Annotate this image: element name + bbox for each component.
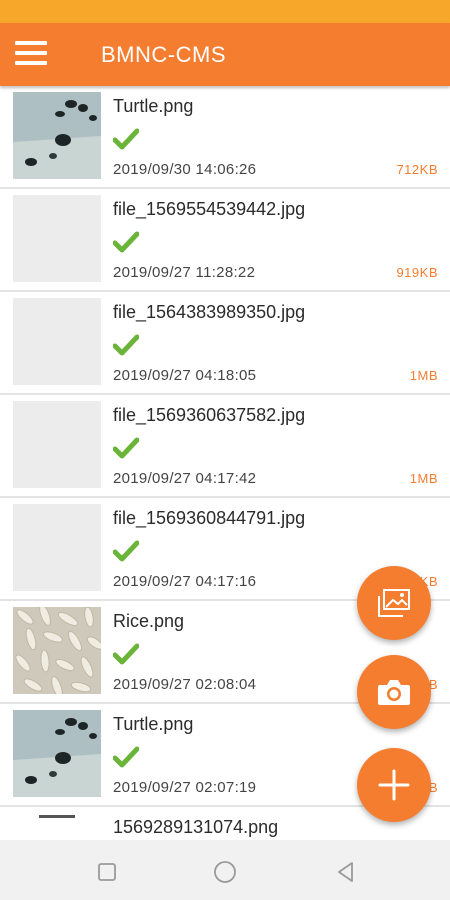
file-thumbnail bbox=[13, 401, 101, 488]
plus-icon bbox=[378, 769, 410, 801]
file-size: 712KB bbox=[396, 162, 438, 177]
file-name: file_1569360844791.jpg bbox=[113, 508, 306, 528]
gallery-icon bbox=[378, 589, 410, 617]
home-icon[interactable] bbox=[213, 860, 237, 884]
file-date: 2019/09/27 02:08:04 bbox=[113, 676, 257, 693]
file-thumbnail bbox=[13, 92, 101, 179]
check-icon bbox=[113, 746, 139, 768]
file-list-item[interactable]: file_1569360637582.jpg 2019/09/27 04:17:… bbox=[0, 395, 450, 498]
file-size: 1MB bbox=[409, 471, 438, 486]
app-title: BMNC-CMS bbox=[101, 42, 226, 67]
file-name: 1569289131074.png bbox=[113, 817, 279, 837]
file-date: 2019/09/30 14:06:26 bbox=[113, 161, 257, 178]
file-list-item[interactable]: file_1569554539442.jpg 2019/09/27 11:28:… bbox=[0, 189, 450, 292]
file-thumbnail bbox=[13, 813, 101, 840]
file-name: file_1564383989350.jpg bbox=[113, 302, 306, 322]
file-name: file_1569554539442.jpg bbox=[113, 199, 306, 219]
file-size: 1MB bbox=[409, 368, 438, 383]
file-name: Rice.png bbox=[113, 611, 185, 631]
file-list-item[interactable]: file_1564383989350.jpg 2019/09/27 04:18:… bbox=[0, 292, 450, 395]
file-size: 919KB bbox=[396, 265, 438, 280]
system-nav-bar bbox=[0, 840, 450, 900]
check-icon bbox=[113, 128, 139, 150]
camera-button[interactable] bbox=[357, 655, 431, 729]
recent-apps-icon[interactable] bbox=[95, 860, 119, 884]
check-icon bbox=[113, 643, 139, 665]
status-bar bbox=[0, 0, 450, 23]
menu-icon[interactable] bbox=[15, 39, 49, 69]
file-list-item[interactable]: Turtle.png 2019/09/30 14:06:26 712KB bbox=[0, 86, 450, 189]
file-date: 2019/09/27 04:17:16 bbox=[113, 573, 257, 590]
check-icon bbox=[113, 334, 139, 356]
camera-icon bbox=[378, 680, 410, 705]
file-name: file_1569360637582.jpg bbox=[113, 405, 306, 425]
check-icon bbox=[113, 437, 139, 459]
file-thumbnail bbox=[13, 607, 101, 694]
app-bar: BMNC-CMS bbox=[0, 23, 450, 86]
file-date: 2019/09/27 11:28:22 bbox=[113, 264, 256, 281]
file-name: Turtle.png bbox=[113, 714, 194, 734]
file-thumbnail bbox=[13, 504, 101, 591]
file-date: 2019/09/27 04:18:05 bbox=[113, 367, 257, 384]
file-thumbnail bbox=[13, 298, 101, 385]
file-name: Turtle.png bbox=[113, 96, 194, 116]
gallery-button[interactable] bbox=[357, 566, 431, 640]
back-icon[interactable] bbox=[334, 860, 358, 884]
file-thumbnail bbox=[13, 710, 101, 797]
add-button[interactable] bbox=[357, 748, 431, 822]
file-date: 2019/09/27 04:17:42 bbox=[113, 470, 257, 487]
check-icon bbox=[113, 231, 139, 253]
check-icon bbox=[113, 540, 139, 562]
file-thumbnail bbox=[13, 195, 101, 282]
file-date: 2019/09/27 02:07:19 bbox=[113, 779, 257, 796]
